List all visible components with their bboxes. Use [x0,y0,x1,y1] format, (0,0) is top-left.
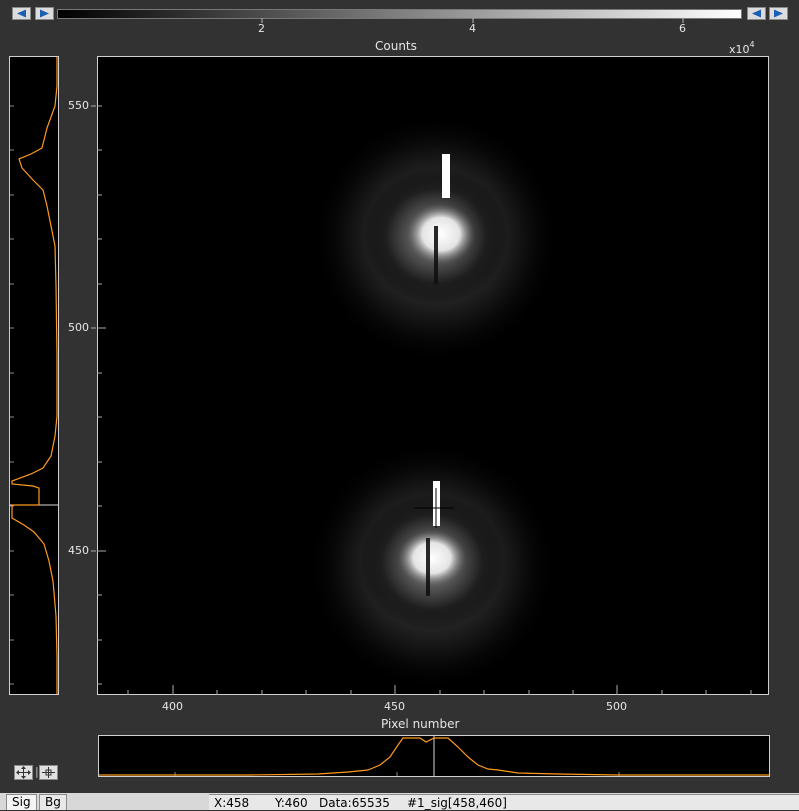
colorbar-exponent: x104 [729,40,755,56]
exponent-power: 4 [749,40,755,49]
upper-spot [311,113,561,363]
status-data: Data:65535 [319,796,390,810]
right-arrow-icon [774,9,783,18]
y-tick-label: 550 [68,99,89,112]
y-tick-label: 450 [68,544,89,557]
colorbar-tick-label: 6 [679,22,686,35]
x-tick-label: 500 [606,700,627,713]
side-profile-plot[interactable] [9,56,59,695]
x-tick-label: 450 [384,700,405,713]
x-axis-label: Pixel number [381,717,460,731]
x-tick-label: 400 [162,700,183,713]
y-tick-label: 500 [68,321,89,334]
zoom-tool-button[interactable] [39,765,58,780]
tab-bg[interactable]: Bg [39,794,67,810]
colorbar-title: Counts [375,39,417,53]
colorbar-tick-label: 4 [469,22,476,35]
pan-tool-button[interactable] [14,765,33,780]
tab-sig[interactable]: Sig [6,794,37,810]
colorbar-tick-label: 2 [258,22,265,35]
bottom-profile-plot[interactable] [98,735,770,777]
left-arrow-icon [17,9,26,18]
left-arrow-icon [752,9,761,18]
main-image-plot[interactable] [96,56,770,696]
status-ref: #1_sig[458,460] [407,796,507,810]
pan-icon [16,766,31,779]
status-y: Y:460 [275,796,308,810]
status-bar: X:458 Y:460 Data:65535 #1_sig[458,460] [209,794,799,810]
lower-spot [307,441,557,691]
y-axis-outer-ticks [91,105,96,552]
zoom-icon [42,767,55,778]
status-x: X:458 [214,796,250,810]
right-arrow-icon [40,9,49,18]
exponent-base: x10 [729,43,750,56]
